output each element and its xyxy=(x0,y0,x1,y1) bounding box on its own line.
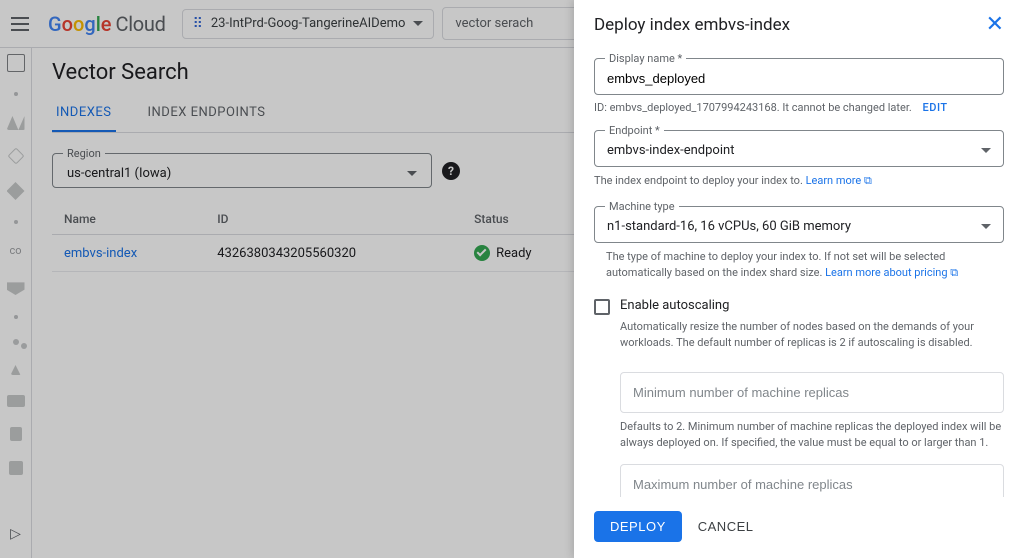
deploy-button[interactable]: DEPLOY xyxy=(594,511,682,542)
autoscaling-label: Enable autoscaling xyxy=(620,298,729,315)
learn-pricing-link[interactable]: Learn more about pricing ⧉ xyxy=(825,266,958,279)
cancel-button[interactable]: CANCEL xyxy=(698,519,754,534)
generated-id: ID: embvs_deployed_1707994243168. It can… xyxy=(594,101,1004,114)
caret-down-icon xyxy=(981,148,991,153)
deploy-index-panel: Deploy index embvs-index ✕ Display name … xyxy=(574,0,1024,558)
display-name-field[interactable]: Display name * xyxy=(594,58,1004,95)
min-replicas-input[interactable] xyxy=(620,372,1004,413)
panel-title: Deploy index embvs-index xyxy=(594,15,986,35)
learn-more-link[interactable]: Learn more ⧉ xyxy=(806,174,872,187)
endpoint-select[interactable]: Endpoint * embvs-index-endpoint xyxy=(594,130,1004,167)
enable-autoscaling-checkbox[interactable] xyxy=(594,299,610,315)
external-link-icon: ⧉ xyxy=(864,174,872,187)
close-icon[interactable]: ✕ xyxy=(986,14,1004,36)
caret-down-icon xyxy=(981,224,991,229)
max-replicas-input[interactable] xyxy=(620,464,1004,498)
machine-type-select[interactable]: Machine type n1-standard-16, 16 vCPUs, 6… xyxy=(594,206,1004,243)
external-link-icon: ⧉ xyxy=(950,266,958,279)
edit-id-button[interactable]: EDIT xyxy=(923,101,948,114)
